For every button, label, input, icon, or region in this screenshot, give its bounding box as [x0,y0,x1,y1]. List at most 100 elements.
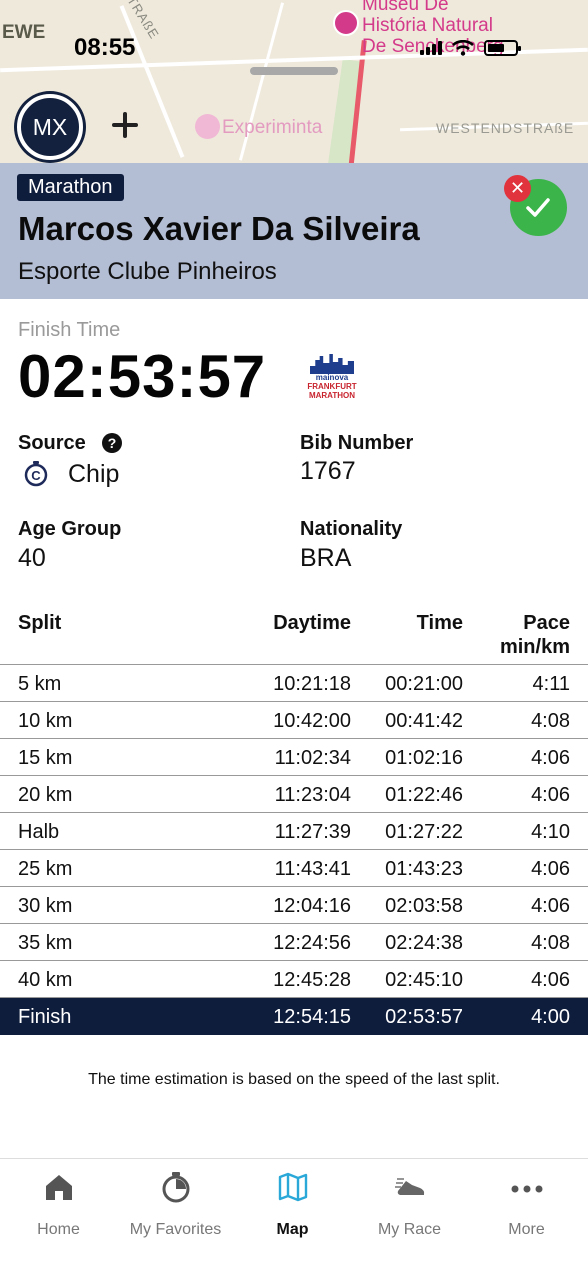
table-row: Halb 11:27:39 01:27:22 4:10 [0,813,588,850]
runner-name: Marcos Xavier Da Silveira [18,210,420,247]
status-time: 08:55 [74,34,136,61]
table-row: 10 km 10:42:00 00:41:42 4:08 [0,702,588,739]
age-group-label: Age Group [18,518,122,540]
status-icons [420,38,521,58]
help-icon[interactable]: ? [102,433,122,453]
museum-pin-icon[interactable] [195,114,220,139]
runner-club: Esporte Clube Pinheiros [18,258,277,285]
estimation-note: The time estimation is based on the spee… [88,1071,500,1088]
table-row: 25 km 11:43:41 01:43:23 4:06 [0,850,588,887]
column-header-pace: Pace [523,612,570,634]
split-daytime: 10:42:00 [273,710,351,732]
split-time: 01:02:16 [385,747,463,769]
map-label-ewe: EWE [2,22,46,43]
avatar[interactable]: MX [17,94,83,160]
race-logo-title: FRANKFURT MARATHON [307,382,357,400]
race-logo-sponsor: mainova [315,373,349,382]
split-pace: 4:06 [531,969,570,991]
split-daytime: 12:54:15 [273,1006,351,1028]
more-icon [511,1185,543,1193]
split-name: Finish [18,1006,72,1028]
nav-item-more[interactable]: More [468,1169,585,1239]
map-label-museum-line: Museu De [362,0,449,15]
nav-label: More [508,1221,545,1238]
map-label-westend: WESTENDSTRAßE [436,120,575,136]
split-time: 01:27:22 [385,821,463,843]
split-time: 00:21:00 [385,673,463,695]
museum-pin-icon[interactable] [333,10,359,36]
split-pace: 4:06 [531,895,570,917]
add-icon[interactable] [110,110,140,140]
split-name: 30 km [18,895,73,917]
split-pace: 4:10 [531,821,570,843]
split-name: 25 km [18,858,73,880]
split-time: 02:45:10 [385,969,463,991]
checkmark-icon [526,198,550,217]
source-value: Chip [68,460,120,488]
drag-handle[interactable] [250,67,338,75]
nationality-label: Nationality [300,518,403,540]
nav-label: My Favorites [129,1221,222,1238]
map-label-museum-line: História Natural [362,15,493,36]
source-label: Source [18,432,86,454]
split-name: Halb [18,821,60,843]
column-header-pace-unit: min/km [499,636,570,658]
split-name: 10 km [18,710,73,732]
split-name: 20 km [18,784,73,806]
split-time: 01:22:46 [385,784,463,806]
map-label-experiminta[interactable]: Experiminta [222,117,322,139]
map-header[interactable]: EWE STRAßE Museu De História Natural De … [0,0,588,163]
battery-icon [484,40,521,56]
column-header-time: Time [416,612,463,634]
chip-timer-icon: C [24,461,48,487]
table-row: 5 km 10:21:18 00:21:00 4:11 [0,665,588,702]
splits-table-header: Split Daytime Time Pace min/km [0,610,588,665]
split-pace: 4:06 [531,747,570,769]
nav-item-home[interactable]: Home [0,1169,117,1239]
split-time: 02:53:57 [385,1006,463,1028]
nav-label: Map [276,1221,309,1238]
finish-time-label: Finish Time [18,319,121,341]
runner-header: Marathon Marcos Xavier Da Silveira Espor… [0,163,588,299]
split-time: 01:43:23 [385,858,463,880]
split-daytime: 12:04:16 [273,895,351,917]
split-time: 02:24:38 [385,932,463,954]
split-daytime: 12:24:56 [273,932,351,954]
nav-item-map[interactable]: Map [234,1169,351,1239]
split-daytime: 11:43:41 [274,858,351,880]
nav-label: My Race [377,1221,442,1238]
signal-icon [420,41,442,55]
split-name: 35 km [18,932,73,954]
split-daytime: 11:23:04 [274,784,351,806]
split-pace: 4:11 [532,673,570,695]
nationality-value: BRA [300,544,352,572]
splits-table: 5 km 10:21:18 00:21:00 4:11 10 km 10:42:… [0,665,588,1035]
home-icon [46,1175,72,1200]
bib-value: 1767 [300,457,356,485]
split-time: 00:41:42 [385,710,463,732]
column-header-split: Split [18,612,62,634]
split-daytime: 12:45:28 [273,969,351,991]
split-name: 15 km [18,747,73,769]
remove-favorite-button[interactable]: ✕ [504,175,531,202]
age-group-value: 40 [18,544,46,572]
nav-item-my-race[interactable]: My Race [351,1169,468,1239]
split-pace: 4:06 [531,858,570,880]
split-pace: 4:08 [531,710,570,732]
table-row: 20 km 11:23:04 01:22:46 4:06 [0,776,588,813]
skyline-icon [310,354,354,374]
finish-time-value: 02:53:57 [18,343,267,410]
split-pace: 4:08 [531,932,570,954]
table-row-finish: Finish 12:54:15 02:53:57 4:00 [0,998,588,1035]
stopwatch-icon [162,1172,190,1203]
map-icon [278,1172,308,1202]
split-daytime: 11:27:39 [274,821,351,843]
split-pace: 4:00 [531,1006,570,1028]
table-row: 35 km 12:24:56 02:24:38 4:08 [0,924,588,961]
table-row: 40 km 12:45:28 02:45:10 4:06 [0,961,588,998]
split-pace: 4:06 [531,784,570,806]
shoe-icon [395,1178,425,1195]
wifi-icon [452,40,474,56]
split-name: 40 km [18,969,73,991]
nav-item-favorites[interactable]: My Favorites [117,1169,234,1239]
